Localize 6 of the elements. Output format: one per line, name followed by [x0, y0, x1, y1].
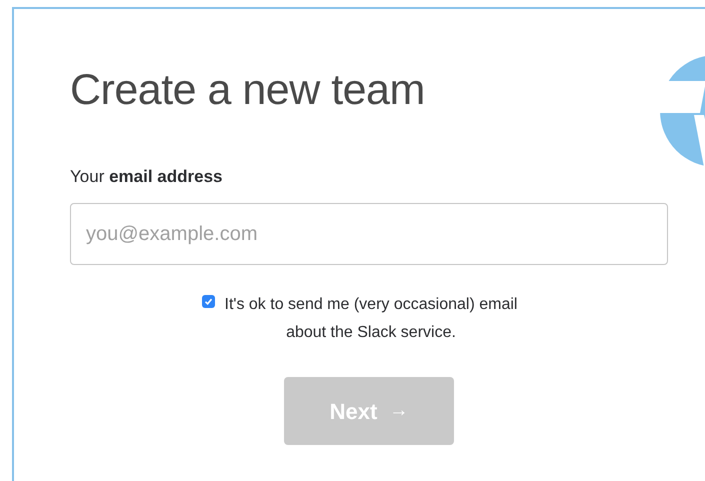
check-icon: [204, 297, 213, 306]
consent-text: It's ok to send me (very occasional) email about the Slack service.: [224, 295, 518, 343]
email-label: Your email address: [70, 166, 224, 188]
email-field[interactable]: you@example.com: [70, 203, 668, 265]
page-title: Create a new team: [70, 65, 426, 116]
consent-checkbox[interactable]: [202, 295, 215, 308]
